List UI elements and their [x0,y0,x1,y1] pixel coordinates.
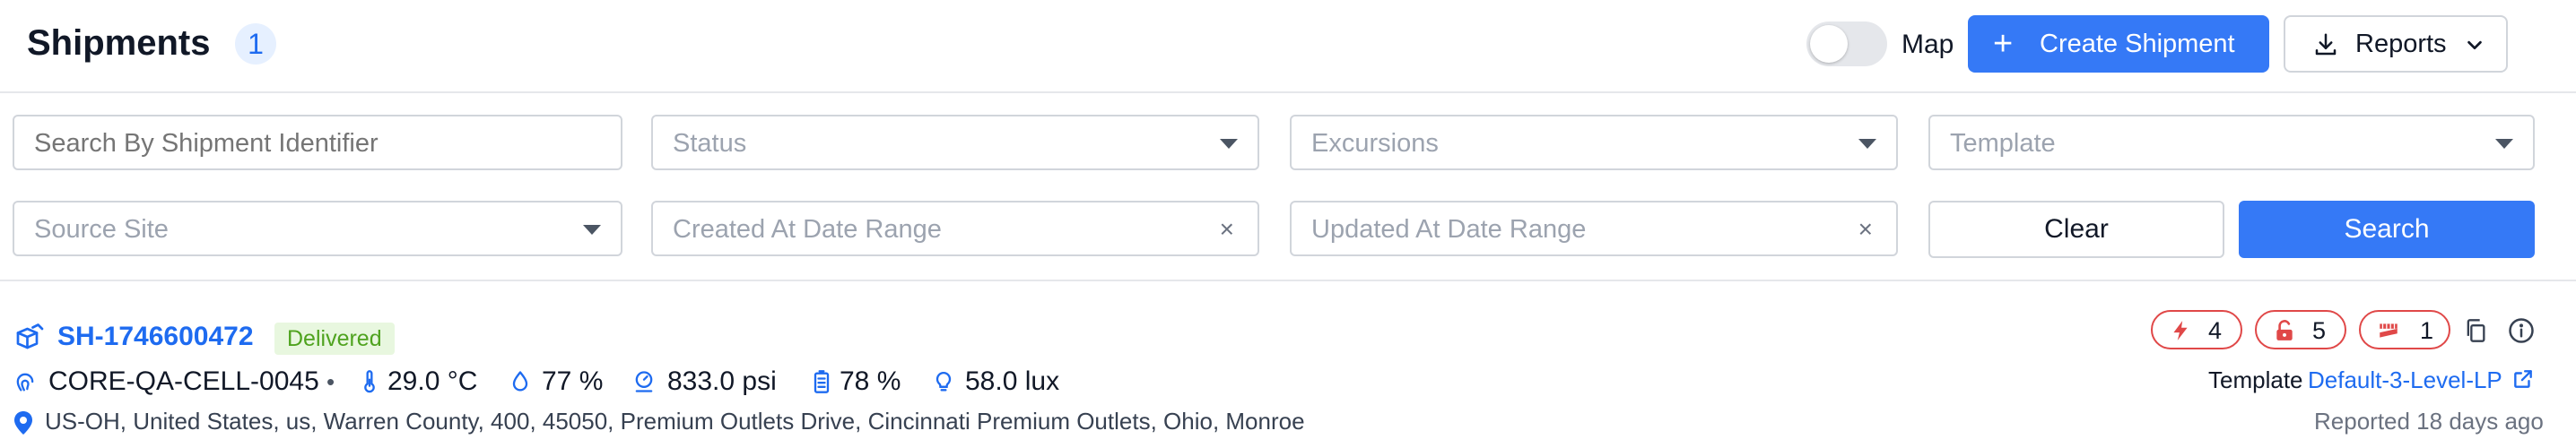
separator-dot: • [326,368,335,395]
shipment-row[interactable]: SH-1746600472 Delivered CORE-QA-CELL-004… [0,281,2576,448]
location-pin-icon [14,411,32,435]
excursions-placeholder: Excursions [1311,129,1439,158]
create-shipment-button[interactable]: + Create Shipment [1968,15,2269,73]
shipment-id-link[interactable]: SH-1746600472 [57,321,254,353]
page-header: Shipments 1 Map + Create Shipment Report… [0,0,2576,93]
reports-button[interactable]: Reports [2284,15,2508,73]
source-site-select[interactable]: Source Site [13,201,622,256]
clear-icon[interactable]: × [1220,215,1234,244]
unlock-alert-pill[interactable]: 5 [2255,310,2346,349]
lightning-icon [2173,321,2188,340]
updated-date-range-field[interactable]: Updated At Date Range × [1290,201,1898,256]
template-placeholder: Template [1950,129,2056,158]
created-date-range-field[interactable]: Created At Date Range × [651,201,1259,256]
clear-icon[interactable]: × [1858,215,1873,244]
unlock-icon [2276,320,2293,340]
shipment-box-icon [16,323,44,349]
shock-alert-pill[interactable]: 4 [2151,310,2242,349]
shipment-identifier-search-field[interactable] [13,115,622,170]
info-icon[interactable] [2508,317,2535,344]
source-site-placeholder: Source Site [34,215,169,244]
status-select[interactable]: Status [651,115,1259,170]
reports-label: Reports [2355,30,2447,58]
thermometer-icon [364,370,375,393]
excursions-select[interactable]: Excursions [1290,115,1898,170]
caret-down-icon [1858,139,1876,149]
chevron-down-icon [2467,40,2482,50]
clear-button[interactable]: Clear [1928,201,2224,258]
pressure-value: 833.0 psi [667,366,777,396]
map-toggle[interactable] [1806,22,1887,66]
map-label: Map [1902,30,1954,59]
pressure-gauge-icon [635,371,653,392]
updated-date-range-placeholder: Updated At Date Range [1311,215,1587,244]
template-label: Template [2208,366,2303,393]
unlock-alert-count: 5 [2312,317,2327,344]
shock-alert-count: 4 [2208,317,2223,344]
caret-down-icon [2495,139,2513,149]
template-select[interactable]: Template [1928,115,2535,170]
lightbulb-icon [936,371,952,392]
temperature-value: 29.0 °C [387,366,478,396]
copy-icon[interactable] [2463,317,2488,344]
template-link[interactable]: Default-3-Level-LP [2308,364,2502,396]
device-id: CORE-QA-CELL-0045 [48,366,319,396]
tamper-alert-count: 1 [2420,317,2434,344]
tamper-tape-icon [2380,323,2398,338]
caret-down-icon [583,225,601,235]
search-button[interactable]: Search [2239,201,2535,258]
status-placeholder: Status [673,129,747,158]
light-value: 58.0 lux [965,366,1060,396]
page-title: Shipments [27,23,211,63]
create-shipment-label: Create Shipment [2040,30,2235,58]
tamper-alert-pill[interactable]: 1 [2359,310,2450,349]
humidity-value: 77 % [542,366,604,396]
search-input[interactable] [34,127,519,159]
created-date-range-placeholder: Created At Date Range [673,215,942,244]
plus-icon: + [1993,25,2014,63]
download-icon [2315,33,2337,56]
battery-value: 78 % [840,366,901,396]
status-badge: Delivered [274,323,395,355]
map-toggle-knob [1810,25,1848,63]
external-link-icon[interactable] [2511,367,2535,391]
signal-icon [16,373,34,392]
droplet-icon [512,371,528,392]
shipment-count-badge: 1 [235,23,276,65]
address-text: US-OH, United States, us, Warren County,… [45,408,1305,435]
reported-timestamp: Reported 18 days ago [2314,408,2544,435]
battery-icon [814,370,830,393]
caret-down-icon [1220,139,1238,149]
